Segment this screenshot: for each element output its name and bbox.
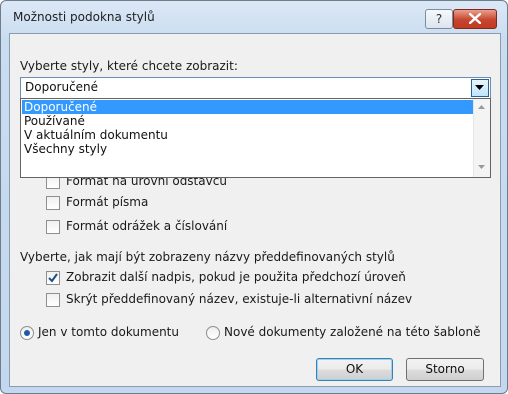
scroll-down-arrow-icon bbox=[478, 165, 485, 169]
select-styles-label: Vyberte styly, které chcete zobrazit: bbox=[20, 59, 238, 73]
dropdown-option-pouzivane[interactable]: Používané bbox=[22, 114, 474, 128]
window-title: Možnosti podokna stylů bbox=[13, 10, 155, 24]
bullets-numbering-checkbox[interactable] bbox=[46, 220, 60, 234]
dialog-body: Vyberte styly, které chcete zobrazit: Do… bbox=[9, 33, 501, 387]
naming-heading-label: Vyberte, jak mají být zobrazeny názvy př… bbox=[20, 250, 395, 264]
show-next-heading-checkbox[interactable] bbox=[46, 271, 60, 285]
dropdown-option-doporucene[interactable]: Doporučené bbox=[22, 100, 474, 114]
dropdown-option-aktualni-dokument[interactable]: V aktuálním dokumentu bbox=[22, 128, 474, 142]
ok-button[interactable]: OK bbox=[316, 358, 393, 381]
this-document-label: Jen v tomto dokumentu bbox=[38, 325, 179, 339]
cancel-button[interactable]: Storno bbox=[406, 358, 484, 381]
help-button[interactable]: ? bbox=[425, 9, 453, 29]
bullets-numbering-label: Formát odrážek a číslování bbox=[66, 219, 228, 233]
styles-combobox[interactable]: Doporučené bbox=[20, 77, 491, 99]
question-mark-icon: ? bbox=[435, 12, 443, 26]
radio-selected-dot bbox=[24, 330, 30, 336]
close-button[interactable] bbox=[453, 9, 497, 29]
show-next-heading-label: Zobrazit další nadpis, pokud je použita … bbox=[66, 270, 406, 284]
font-format-label: Formát písma bbox=[66, 195, 149, 209]
chevron-down-icon bbox=[475, 85, 484, 90]
new-documents-radio[interactable] bbox=[206, 326, 220, 340]
dropdown-option-vsechny-styly[interactable]: Všechny styly bbox=[22, 142, 474, 156]
close-icon bbox=[469, 13, 481, 24]
combobox-value: Doporučené bbox=[25, 80, 99, 94]
dialog-window: Možnosti podokna stylů ? Vyberte styly, … bbox=[0, 0, 508, 394]
hide-builtin-name-label: Skrýt předdefinovaný název, existuje-li … bbox=[66, 292, 413, 306]
this-document-radio[interactable] bbox=[20, 326, 34, 340]
checkmark-icon bbox=[48, 273, 58, 283]
styles-dropdown-list[interactable]: Doporučené Používané V aktuálním dokumen… bbox=[20, 98, 491, 178]
new-documents-label: Nové dokumenty založené na této šabloně bbox=[224, 325, 481, 339]
combobox-dropdown-button[interactable] bbox=[471, 79, 489, 97]
hide-builtin-name-checkbox[interactable] bbox=[46, 293, 60, 307]
scroll-up-arrow-icon bbox=[478, 105, 485, 109]
dropdown-scrollbar[interactable] bbox=[473, 99, 490, 177]
font-format-checkbox[interactable] bbox=[46, 196, 60, 210]
title-bar[interactable]: Možnosti podokna stylů ? bbox=[1, 1, 507, 33]
